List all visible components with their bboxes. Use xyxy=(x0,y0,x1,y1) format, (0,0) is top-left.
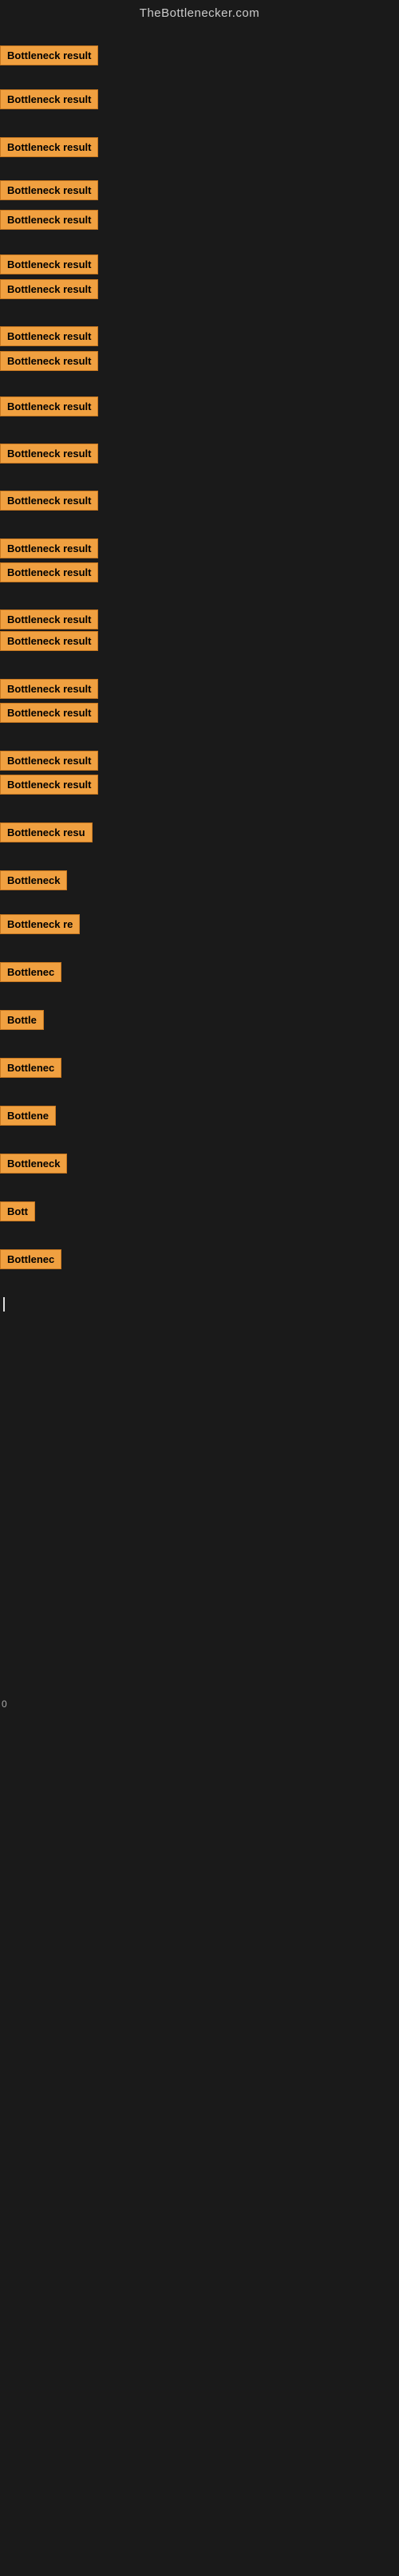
bottleneck-item[interactable]: Bottleneck result xyxy=(0,631,98,651)
bottleneck-item[interactable]: Bottleneck result xyxy=(0,254,98,274)
bottleneck-badge: Bott xyxy=(0,1201,35,1221)
bottleneck-item[interactable]: Bottle xyxy=(0,1010,44,1030)
bottleneck-badge: Bottleneck result xyxy=(0,538,98,558)
bottleneck-item[interactable]: Bott xyxy=(0,1201,35,1221)
bottleneck-badge: Bottleneck result xyxy=(0,254,98,274)
bottleneck-badge: Bottleneck xyxy=(0,870,67,890)
bottleneck-badge: Bottleneck result xyxy=(0,775,98,795)
bottleneck-item[interactable]: Bottlenec xyxy=(0,1249,61,1269)
bottleneck-item[interactable]: Bottleneck result xyxy=(0,351,98,371)
bottleneck-badge: Bottleneck result xyxy=(0,444,98,464)
bottleneck-item[interactable]: Bottleneck result xyxy=(0,180,98,200)
bottleneck-item[interactable]: Bottleneck result xyxy=(0,609,98,629)
bottleneck-item[interactable]: Bottleneck result xyxy=(0,89,98,109)
bottleneck-badge: Bottleneck result xyxy=(0,703,98,723)
bottleneck-badge: Bottle xyxy=(0,1010,44,1030)
bottleneck-item[interactable]: Bottleneck result xyxy=(0,751,98,771)
bottleneck-badge: Bottleneck result xyxy=(0,326,98,346)
bottleneck-item[interactable]: Bottleneck result xyxy=(0,679,98,699)
bottleneck-badge: Bottleneck result xyxy=(0,351,98,371)
bottleneck-badge: Bottleneck resu xyxy=(0,823,93,842)
bottleneck-badge: Bottlenec xyxy=(0,1249,61,1269)
bottleneck-item[interactable]: Bottleneck result xyxy=(0,210,98,230)
bottleneck-badge: Bottleneck result xyxy=(0,491,98,511)
bottleneck-badge: Bottleneck xyxy=(0,1154,67,1174)
bottleneck-badge: Bottleneck result xyxy=(0,396,98,416)
bottleneck-badge: Bottleneck result xyxy=(0,631,98,651)
bottleneck-badge: Bottleneck result xyxy=(0,137,98,157)
bottleneck-badge: Bottleneck result xyxy=(0,45,98,65)
bottleneck-item[interactable]: Bottleneck xyxy=(0,870,67,890)
bottleneck-item[interactable]: Bottleneck re xyxy=(0,914,80,934)
bottleneck-item[interactable]: Bottleneck result xyxy=(0,538,98,558)
bottleneck-item[interactable]: Bottleneck result xyxy=(0,45,98,65)
bottleneck-item[interactable]: Bottlene xyxy=(0,1106,56,1126)
bottleneck-badge: Bottleneck result xyxy=(0,562,98,582)
bottleneck-item[interactable]: Bottleneck xyxy=(0,1154,67,1174)
bottleneck-item[interactable]: Bottlenec xyxy=(0,962,61,982)
bottleneck-item[interactable]: Bottleneck result xyxy=(0,396,98,416)
site-header: TheBottlenecker.com xyxy=(0,0,399,23)
bottleneck-item[interactable]: Bottleneck result xyxy=(0,279,98,299)
bottleneck-badge: Bottleneck result xyxy=(0,279,98,299)
bottleneck-item[interactable]: Bottlenec xyxy=(0,1058,61,1078)
bottleneck-badge: Bottleneck result xyxy=(0,89,98,109)
bottleneck-badge: Bottlene xyxy=(0,1106,56,1126)
cursor-indicator xyxy=(3,1297,5,1312)
bottleneck-item[interactable]: Bottleneck result xyxy=(0,703,98,723)
bottleneck-item[interactable]: Bottleneck result xyxy=(0,137,98,157)
bottleneck-badge: Bottlenec xyxy=(0,1058,61,1078)
bottleneck-item[interactable]: Bottleneck resu xyxy=(0,823,93,842)
bottleneck-item[interactable]: Bottleneck result xyxy=(0,444,98,464)
bottleneck-badge: Bottleneck result xyxy=(0,751,98,771)
bottleneck-badge: Bottleneck re xyxy=(0,914,80,934)
bottleneck-item[interactable]: Bottleneck result xyxy=(0,775,98,795)
bottleneck-badge: Bottlenec xyxy=(0,962,61,982)
small-label: 0 xyxy=(2,1698,7,1710)
bottleneck-item[interactable]: Bottleneck result xyxy=(0,326,98,346)
bottleneck-item[interactable]: Bottleneck result xyxy=(0,491,98,511)
bottleneck-badge: Bottleneck result xyxy=(0,679,98,699)
bottleneck-badge: Bottleneck result xyxy=(0,609,98,629)
site-title: TheBottlenecker.com xyxy=(140,6,259,20)
bottleneck-item[interactable]: Bottleneck result xyxy=(0,562,98,582)
bottleneck-badge: Bottleneck result xyxy=(0,210,98,230)
bottleneck-badge: Bottleneck result xyxy=(0,180,98,200)
